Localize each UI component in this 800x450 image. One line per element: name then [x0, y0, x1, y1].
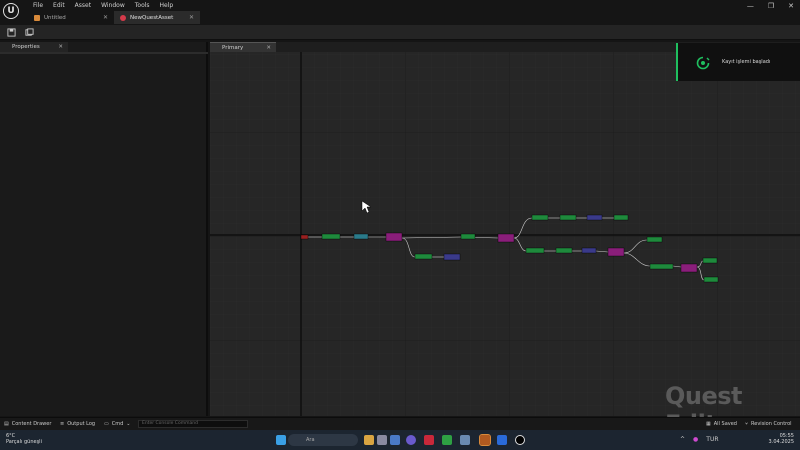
- content-drawer-icon: ▤: [4, 421, 9, 427]
- node-graph-canvas[interactable]: [210, 52, 800, 416]
- graph-node[interactable]: [497, 233, 515, 243]
- clock-date: 3.04.2025: [768, 439, 794, 445]
- taskbar-search[interactable]: Ara: [288, 434, 358, 446]
- weather-desc: Parçalı güneşli: [6, 439, 42, 445]
- document-tabs: Untitled ✕ NewQuestAsset ✕: [28, 11, 200, 24]
- graph-node[interactable]: [321, 233, 341, 240]
- tab-untitled[interactable]: Untitled ✕: [28, 11, 114, 24]
- status-bar: ▤ Content Drawer ≡ Output Log ▭ Cmd ⌄ En…: [0, 417, 800, 430]
- close-button[interactable]: ✕: [788, 2, 794, 10]
- windows-taskbar: 6°C Parçalı güneşli Ara ^ ● TUR 05:55 3.…: [0, 430, 800, 450]
- app-icon[interactable]: [442, 435, 452, 445]
- menu-window[interactable]: Window: [96, 2, 130, 10]
- tab-label: Properties: [12, 44, 40, 50]
- record-icon: [696, 56, 710, 70]
- tab-label: Untitled: [44, 14, 66, 21]
- graph-node[interactable]: [646, 236, 663, 243]
- minimize-button[interactable]: —: [747, 2, 754, 10]
- close-icon[interactable]: ✕: [189, 14, 194, 21]
- language-indicator[interactable]: TUR: [706, 436, 718, 443]
- panel-divider: [0, 52, 208, 54]
- microphone-icon[interactable]: ●: [693, 436, 698, 443]
- app-icon[interactable]: [479, 434, 491, 446]
- app-icon[interactable]: [377, 435, 387, 445]
- graph-node[interactable]: [460, 233, 476, 240]
- graph-node[interactable]: [680, 263, 698, 273]
- app-icon[interactable]: [460, 435, 470, 445]
- graph-node[interactable]: [443, 253, 461, 261]
- graph-node[interactable]: [414, 253, 433, 260]
- graph-node[interactable]: [703, 276, 719, 283]
- console-command-input[interactable]: Enter Console Command: [138, 420, 248, 428]
- graph-node[interactable]: [555, 247, 573, 254]
- app-logo-icon[interactable]: U: [3, 3, 19, 19]
- tab-label: NewQuestAsset: [130, 14, 174, 21]
- close-icon[interactable]: ✕: [266, 45, 271, 51]
- toolbar: [0, 25, 800, 40]
- menu-help[interactable]: Help: [155, 2, 179, 10]
- tab-newquestasset[interactable]: NewQuestAsset ✕: [114, 11, 200, 24]
- content-drawer-label: Content Drawer: [11, 421, 52, 427]
- graph-node[interactable]: [531, 214, 549, 221]
- start-icon[interactable]: [276, 435, 286, 445]
- menu-asset[interactable]: Asset: [70, 2, 96, 10]
- browse-icon[interactable]: [25, 28, 34, 37]
- graph-node[interactable]: [559, 214, 577, 221]
- revision-control-label: Revision Control: [751, 421, 792, 427]
- graph-node[interactable]: [613, 214, 629, 221]
- graph-node[interactable]: [607, 247, 625, 257]
- graph-node[interactable]: [702, 257, 718, 264]
- terminal-icon: ▭: [104, 421, 109, 427]
- graph-node[interactable]: [649, 263, 674, 270]
- all-saved-indicator[interactable]: ▦ All Saved: [706, 421, 737, 427]
- recording-notification: Kayıt işlemi başladı: [676, 43, 800, 81]
- notification-text: Kayıt işlemi başladı: [722, 59, 771, 65]
- asset-icon: [120, 14, 126, 21]
- graph-node-start[interactable]: [300, 234, 309, 240]
- close-icon[interactable]: ✕: [58, 44, 63, 50]
- weather-widget[interactable]: 6°C Parçalı güneşli: [6, 433, 42, 445]
- title-bar: U File Edit Asset Window Tools Help Unti…: [0, 0, 800, 25]
- graph-node[interactable]: [586, 214, 603, 221]
- save-icon[interactable]: [7, 28, 16, 37]
- clock[interactable]: 05:55 3.04.2025: [769, 433, 794, 445]
- output-log-button[interactable]: ≡ Output Log: [60, 421, 95, 427]
- app-icon[interactable]: [390, 435, 400, 445]
- content-drawer-button[interactable]: ▤ Content Drawer: [4, 421, 51, 427]
- tab-properties[interactable]: Properties ✕: [0, 42, 68, 52]
- graph-node[interactable]: [525, 247, 545, 254]
- system-tray-icons: ^ ● TUR: [680, 436, 719, 443]
- graph-editor: Primary ✕: [210, 42, 800, 416]
- graph-node[interactable]: [581, 247, 597, 254]
- cmd-label: Cmd: [111, 421, 124, 427]
- output-log-icon: ≡: [60, 421, 65, 427]
- properties-panel: Properties ✕: [0, 42, 208, 416]
- close-icon[interactable]: ✕: [103, 14, 108, 21]
- unreal-engine-icon[interactable]: [515, 435, 525, 445]
- output-log-label: Output Log: [67, 421, 96, 427]
- window-controls: — ❐ ✕: [747, 2, 794, 10]
- menu-edit[interactable]: Edit: [48, 2, 70, 10]
- chevron-up-icon[interactable]: ^: [680, 436, 685, 443]
- revision-control-icon: ⑂: [745, 421, 749, 427]
- tab-label: Primary: [222, 44, 244, 51]
- graph-node[interactable]: [385, 232, 403, 242]
- revision-control-button[interactable]: ⑂ Revision Control: [745, 421, 792, 427]
- menu-tools[interactable]: Tools: [130, 2, 155, 10]
- graph-node[interactable]: [353, 233, 369, 240]
- browser-icon[interactable]: [406, 435, 416, 445]
- save-status-icon: ▦: [706, 421, 711, 427]
- cmd-dropdown[interactable]: ▭ Cmd ⌄: [104, 421, 130, 427]
- maximize-button[interactable]: ❐: [768, 2, 774, 10]
- app-icon[interactable]: [497, 435, 507, 445]
- chevron-down-icon: ⌄: [126, 421, 131, 427]
- menu-file[interactable]: File: [28, 2, 48, 10]
- all-saved-label: All Saved: [713, 421, 737, 427]
- file-explorer-icon[interactable]: [364, 435, 374, 445]
- tab-primary[interactable]: Primary ✕: [210, 42, 276, 52]
- app-icon[interactable]: [424, 435, 434, 445]
- level-icon: [34, 14, 40, 21]
- menu-bar: File Edit Asset Window Tools Help: [28, 2, 178, 10]
